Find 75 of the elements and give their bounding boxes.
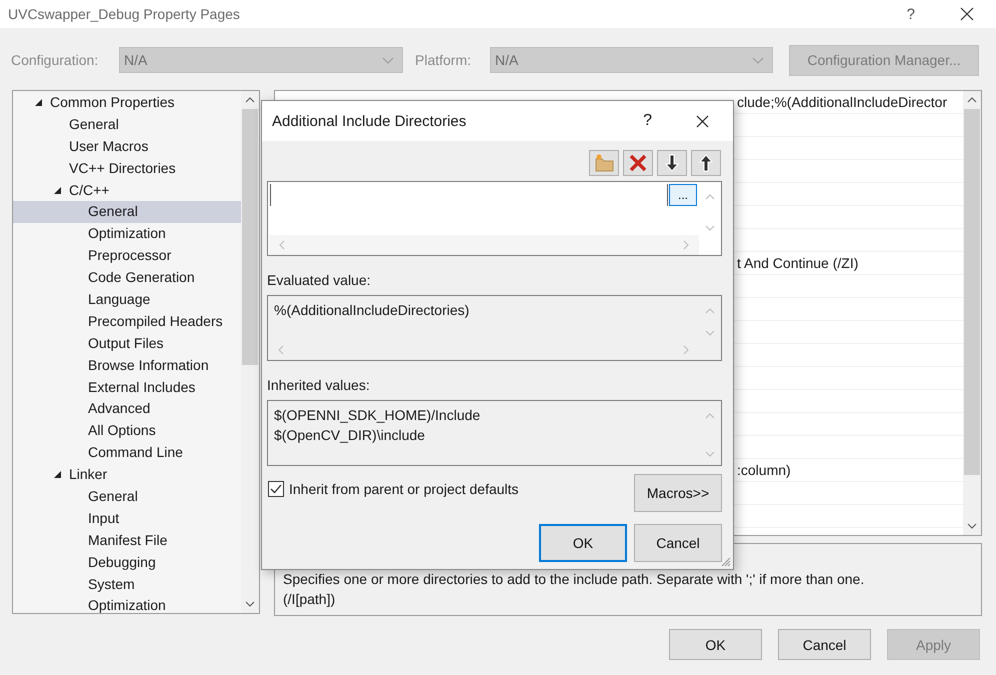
tree-item[interactable]: General xyxy=(13,201,241,224)
property-value: t And Continue (/ZI) xyxy=(737,255,858,271)
inherited-value-line: $(OpenCV_DIR)\include xyxy=(274,426,426,445)
scroll-right-icon[interactable] xyxy=(683,345,689,355)
evaluated-value-text: %(AdditionalIncludeDirectories) xyxy=(274,301,470,320)
dialog-button[interactable]: OK xyxy=(539,524,627,562)
tree-item[interactable]: External Includes xyxy=(13,376,241,398)
tree-item[interactable]: C/C++ xyxy=(13,180,241,202)
tree-item[interactable]: Command Line xyxy=(13,442,241,464)
property-value: clude;%(AdditionalIncludeDirector xyxy=(737,94,948,110)
scroll-up-icon[interactable] xyxy=(245,97,255,103)
tree-item[interactable]: Language xyxy=(13,289,241,311)
tree-item[interactable]: Precompiled Headers xyxy=(13,310,241,333)
tree-item[interactable]: Linker xyxy=(13,464,241,486)
tree-item[interactable]: Browse Information xyxy=(13,354,241,377)
folder-icon xyxy=(593,153,615,173)
dialog-button[interactable]: OK xyxy=(669,629,762,660)
tree-item[interactable]: System xyxy=(13,574,241,596)
scroll-left-icon[interactable] xyxy=(279,240,285,250)
new-folder-button[interactable] xyxy=(589,150,619,176)
chevron-down-icon xyxy=(382,56,394,64)
close-icon[interactable] xyxy=(960,7,974,21)
dialog-button[interactable]: Cancel xyxy=(634,524,722,562)
checkbox-label: Inherit from parent or project defaults xyxy=(289,481,519,497)
description-text: Specifies one or more directories to add to the include path. Separate with ';' if more than one. (/I[path]) xyxy=(283,570,866,609)
property-value: :column) xyxy=(737,462,791,478)
inherited-value-line: $(OPENNI_SDK_HOME)/Include xyxy=(274,406,482,425)
directory-input[interactable] xyxy=(270,184,668,206)
scrollbar-thumb[interactable] xyxy=(242,109,258,365)
scrollbar-thumb[interactable] xyxy=(964,109,980,475)
move-up-button[interactable] xyxy=(691,150,721,176)
tree-item[interactable]: General xyxy=(13,486,241,508)
tree-item[interactable]: All Options xyxy=(13,420,241,442)
resize-grip-icon[interactable] xyxy=(721,557,731,567)
arrow-down-icon xyxy=(665,154,679,172)
chevron-down-icon xyxy=(752,56,764,64)
window-title: UVCswapper_Debug Property Pages xyxy=(8,6,241,22)
evaluated-value-label: Evaluated value: xyxy=(267,272,372,288)
help-button[interactable]: ? xyxy=(643,112,652,130)
tree-item[interactable]: Optimization xyxy=(13,595,241,618)
tree-item[interactable]: Manifest File xyxy=(13,530,241,552)
scroll-up-icon[interactable] xyxy=(967,97,977,103)
tree-item[interactable]: Common Properties xyxy=(13,92,241,114)
dialog-button[interactable]: Cancel xyxy=(778,629,871,660)
tree-item[interactable]: VC++ Directories xyxy=(13,158,241,180)
arrow-up-icon xyxy=(699,154,713,172)
checkbox[interactable] xyxy=(268,481,284,497)
configuration-label: Configuration: xyxy=(11,52,100,68)
tree-item[interactable]: Advanced xyxy=(13,398,241,420)
help-button[interactable]: ? xyxy=(906,6,915,22)
delete-button[interactable] xyxy=(623,150,653,176)
scroll-left-icon[interactable] xyxy=(278,345,284,355)
platform-label: Platform: xyxy=(415,52,472,68)
tree-item[interactable]: Optimization xyxy=(13,223,241,246)
browse-button[interactable]: ... xyxy=(669,184,697,206)
directory-list[interactable]: ... xyxy=(267,181,722,256)
tree-item[interactable]: Debugging xyxy=(13,552,241,574)
tree-item[interactable]: User Macros xyxy=(13,136,241,158)
scroll-right-icon[interactable] xyxy=(683,240,689,250)
scroll-down-icon[interactable] xyxy=(245,601,255,607)
tree-item[interactable]: General xyxy=(13,114,241,136)
macros-button[interactable]: Macros>> xyxy=(634,474,722,512)
expander-icon[interactable] xyxy=(35,99,43,107)
delete-icon xyxy=(628,153,648,173)
expander-icon[interactable] xyxy=(54,186,62,195)
close-icon[interactable] xyxy=(696,114,709,128)
move-down-button[interactable] xyxy=(657,150,687,176)
scroll-down-icon[interactable] xyxy=(967,523,977,529)
expander-icon[interactable] xyxy=(54,471,62,480)
tree-item[interactable]: Preprocessor xyxy=(13,245,241,268)
tree-item[interactable]: Input xyxy=(13,508,241,530)
tree-item[interactable]: Code Generation xyxy=(13,267,241,290)
tree-item[interactable]: Output Files xyxy=(13,332,241,355)
inherited-values-label: Inherited values: xyxy=(267,377,371,393)
dialog-title: Additional Include Directories xyxy=(272,112,468,130)
